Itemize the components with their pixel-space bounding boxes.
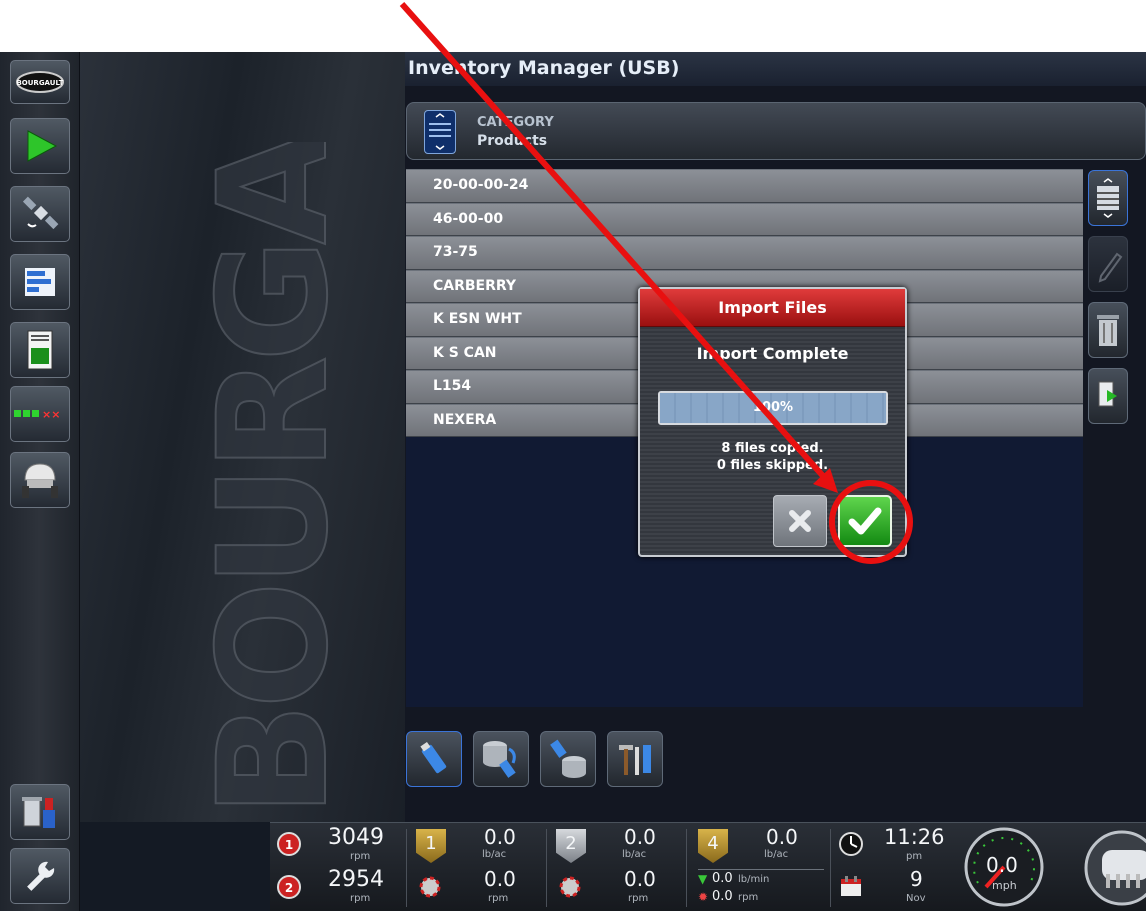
category-value: Products	[477, 133, 548, 149]
tank4-meter: 0.0	[712, 889, 733, 904]
meter2-rpm: 0.0	[624, 867, 656, 891]
delete-trash-button[interactable]	[1088, 302, 1128, 358]
fan1-unit: rpm	[350, 851, 371, 862]
fan1-icon: 1	[276, 831, 302, 861]
bourgault-watermark: BOURGAULT	[186, 142, 362, 818]
tank2-badge: 2	[556, 829, 586, 863]
progress-label: 100%	[752, 400, 794, 415]
usb-trash-icon[interactable]	[10, 784, 70, 840]
bars-icon[interactable]	[10, 254, 70, 310]
date-month: Nov	[906, 893, 926, 904]
meter1-rpm: 0.0	[484, 867, 516, 891]
document-icon[interactable]	[10, 322, 70, 378]
fan2-icon: 2	[276, 874, 302, 904]
category-scroll-icon[interactable]	[424, 110, 456, 154]
checkmark-icon	[848, 507, 882, 535]
satellite-icon[interactable]	[10, 186, 70, 242]
usb-button[interactable]	[406, 731, 462, 787]
clock-icon	[838, 831, 864, 861]
page-title: Inventory Manager (USB)	[405, 52, 1146, 86]
tank2-unit: lb/ac	[622, 849, 647, 860]
list-item[interactable]: 73-75	[406, 236, 1083, 270]
confirm-button[interactable]	[838, 495, 892, 547]
date-day: 9	[910, 867, 923, 891]
meter2-unit: rpm	[628, 893, 649, 904]
flow-icon: ▼	[698, 872, 708, 886]
sections-icon[interactable]: ××	[10, 386, 70, 442]
export-button[interactable]	[1088, 368, 1128, 424]
meter4-gear-icon: ✹	[698, 890, 709, 904]
guidance-arrow-icon[interactable]	[10, 118, 70, 174]
screen: BOURGAULT ×× BOURGAULT Inventory Manager…	[0, 52, 1146, 911]
speed-value: 0.0	[986, 853, 1018, 877]
usb-to-database-button[interactable]	[540, 731, 596, 787]
import-files-dialog: Import Files Import Complete 100% 8 file…	[638, 287, 907, 557]
tank4-meter-unit: rpm	[738, 892, 759, 903]
tank1-rate: 0.0	[484, 825, 516, 849]
fan2-rpm: 2954	[328, 867, 384, 892]
files-skipped-text: 0 files skipped.	[716, 458, 829, 473]
svg-text:BOURGAULT: BOURGAULT	[16, 79, 63, 87]
tank4-flow: 0.0	[712, 871, 733, 886]
category-label: CATEGORY	[477, 115, 554, 130]
tank2-rate: 0.0	[624, 825, 656, 849]
tank4-flow-unit: lb/min	[738, 874, 770, 885]
status-bar: 1 3049 rpm 2 2954 rpm 1 0.0 lb/ac 0.0 rp…	[270, 822, 1146, 911]
database-to-usb-button[interactable]	[473, 731, 529, 787]
meter1-unit: rpm	[488, 893, 509, 904]
svg-text:××: ××	[42, 408, 60, 421]
svg-text:1: 1	[285, 838, 293, 852]
implement-icon[interactable]	[1082, 828, 1146, 911]
tank4-unit: lb/ac	[764, 849, 789, 860]
svg-text:2: 2	[285, 881, 293, 895]
dialog-status: Import Complete	[696, 344, 849, 363]
usb-tools-button[interactable]	[607, 731, 663, 787]
category-selector[interactable]: CATEGORY Products	[406, 102, 1146, 160]
tank4-badge: 4	[698, 829, 728, 863]
tank1-badge: 1	[416, 829, 446, 863]
close-icon	[789, 510, 811, 532]
tank1-unit: lb/ac	[482, 849, 507, 860]
background-panel: BOURGAULT	[80, 52, 405, 822]
dialog-title: Import Files	[640, 289, 905, 327]
edit-pencil-button[interactable]	[1088, 236, 1128, 292]
list-scroll-button[interactable]	[1088, 170, 1128, 226]
calendar-icon	[838, 873, 864, 903]
files-copied-text: 8 files copied.	[721, 441, 824, 456]
clock-ampm: pm	[906, 851, 923, 862]
left-sidebar: BOURGAULT ××	[0, 52, 80, 911]
svg-text:BOURGAULT: BOURGAULT	[187, 142, 361, 817]
speed-unit: mph	[992, 879, 1017, 892]
meter2-gear-icon	[558, 875, 582, 903]
progress-bar: 100%	[658, 391, 888, 425]
wrench-icon[interactable]	[10, 848, 70, 904]
tank4-rate: 0.0	[766, 825, 798, 849]
list-item[interactable]: 20-00-00-24	[406, 169, 1083, 203]
clock-time: 11:26	[884, 825, 945, 849]
meter1-gear-icon	[418, 875, 442, 903]
cancel-button[interactable]	[773, 495, 827, 547]
seeder-icon[interactable]	[10, 452, 70, 508]
fan1-rpm: 3049	[328, 825, 384, 850]
bourgault-logo-button[interactable]: BOURGAULT	[10, 60, 70, 104]
list-item[interactable]: 46-00-00	[406, 202, 1083, 236]
fan2-unit: rpm	[350, 893, 371, 904]
